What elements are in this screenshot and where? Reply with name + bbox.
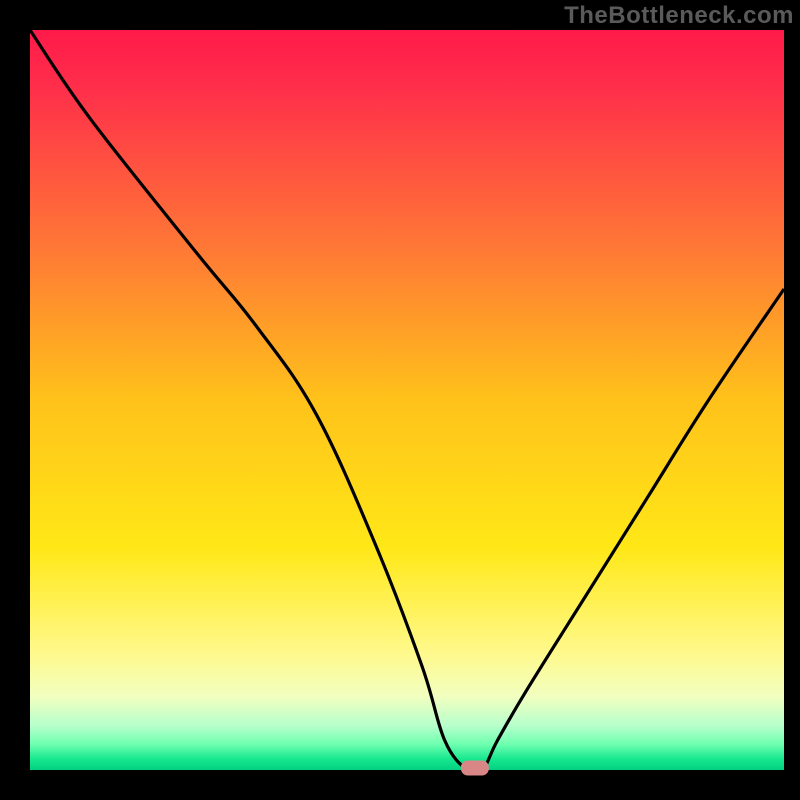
- watermark-text: TheBottleneck.com: [564, 2, 794, 30]
- chart-svg: [0, 0, 800, 800]
- optimal-marker: [461, 761, 489, 776]
- chart-container: TheBottleneck.com: [0, 0, 800, 800]
- plot-background: [30, 30, 784, 770]
